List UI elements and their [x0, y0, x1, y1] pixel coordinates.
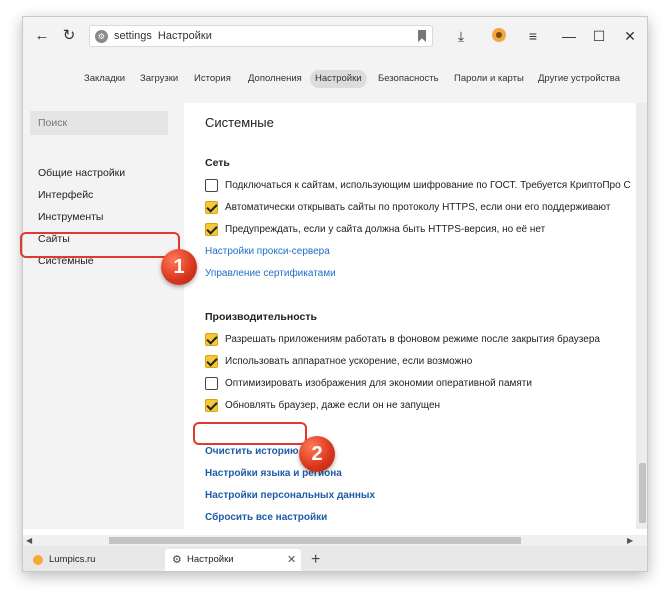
system-settings-panel: Системные Сеть Подключаться к сайтам, ис…	[184, 103, 636, 529]
hardware-accel-checkbox[interactable]	[205, 355, 218, 368]
lumpics-favicon-icon	[33, 555, 43, 565]
browser-window: ← ↻ ⚙ settings Настройки ⤓ ≡ — ☐ ✕ Заклад…	[22, 16, 648, 572]
tab-security[interactable]: Безопасность	[373, 70, 444, 88]
sidebar-item-tools[interactable]: Инструменты	[38, 211, 103, 223]
horizontal-scroll-thumb[interactable]	[109, 537, 521, 544]
annotation-step-1: 1	[161, 249, 197, 285]
annotation-step-2: 2	[299, 436, 335, 472]
reset-settings-link[interactable]: Сбросить все настройки	[205, 512, 327, 523]
close-tab-icon[interactable]: ✕	[287, 549, 296, 571]
settings-sidebar: Общие настройки Интерфейс Инструменты Са…	[23, 103, 184, 529]
certificates-link[interactable]: Управление сертификатами	[205, 268, 336, 279]
new-tab-icon[interactable]: +	[311, 549, 320, 571]
tab-settings[interactable]: Настройки	[310, 70, 367, 88]
gear-icon: ⚙	[172, 554, 182, 566]
update-browser-label: Обновлять браузер, даже если он не запущ…	[225, 400, 441, 411]
https-warn-label: Предупреждать, если у сайта должна быть …	[225, 224, 546, 235]
minimize-icon[interactable]: —	[559, 26, 579, 46]
sidebar-item-general[interactable]: Общие настройки	[38, 167, 125, 179]
download-icon[interactable]: ⤓	[451, 26, 471, 46]
browser-tab-lumpics[interactable]: Lumpics.ru	[23, 549, 163, 571]
https-auto-label: Автоматически открывать сайты по протоко…	[225, 202, 611, 213]
performance-group-title: Производительность	[205, 311, 317, 323]
tab-other-devices[interactable]: Другие устройства	[533, 70, 625, 88]
browser-tab-title: Lumpics.ru	[49, 554, 96, 565]
vertical-scroll-thumb[interactable]	[639, 463, 646, 523]
address-bar[interactable]: ⚙ settings Настройки	[89, 25, 433, 47]
update-browser-checkbox[interactable]	[205, 399, 218, 412]
back-arrow-icon[interactable]: ←	[32, 26, 52, 46]
browser-toolbar: ← ↻ ⚙ settings Настройки ⤓ ≡ — ☐ ✕	[23, 17, 647, 55]
optimize-images-checkbox[interactable]	[205, 377, 218, 390]
tab-extensions[interactable]: Дополнения	[243, 70, 307, 88]
maximize-icon[interactable]: ☐	[589, 26, 609, 46]
annotation-box-clear-history	[193, 422, 307, 445]
settings-tabs: Закладки Загрузки История Дополнения Нас…	[23, 55, 647, 103]
bookmark-icon[interactable]	[418, 30, 426, 42]
address-domain: settings	[114, 30, 152, 42]
address-text: settings Настройки	[114, 30, 212, 42]
address-page-title: Настройки	[157, 30, 212, 42]
browser-tab-title: Настройки	[187, 554, 234, 565]
background-mode-label: Разрешать приложениям работать в фоновом…	[225, 334, 600, 345]
settings-content: Системные Сеть Подключаться к сайтам, ис…	[184, 103, 636, 529]
annotation-box-system	[20, 232, 180, 258]
clear-history-link[interactable]: Очистить историю	[205, 446, 299, 457]
horizontal-scrollbar[interactable]: ◀ ▶	[23, 535, 647, 546]
menu-icon[interactable]: ≡	[523, 26, 543, 46]
extension-icon[interactable]	[492, 28, 506, 42]
proxy-settings-link[interactable]: Настройки прокси-сервера	[205, 246, 330, 257]
https-warn-checkbox[interactable]	[205, 223, 218, 236]
close-icon[interactable]: ✕	[620, 26, 640, 46]
network-group-title: Сеть	[205, 157, 230, 169]
gost-label: Подключаться к сайтам, использующим шифр…	[225, 180, 631, 191]
gost-checkbox[interactable]	[205, 179, 218, 192]
https-auto-checkbox[interactable]	[205, 201, 218, 214]
sidebar-item-interface[interactable]: Интерфейс	[38, 189, 93, 201]
reload-icon[interactable]: ↻	[59, 26, 79, 46]
hardware-accel-label: Использовать аппаратное ускорение, если …	[225, 356, 473, 367]
optimize-images-label: Оптимизировать изображения для экономии …	[225, 378, 532, 389]
site-info-icon[interactable]: ⚙	[95, 30, 108, 43]
browser-tab-settings[interactable]: ⚙ Настройки ✕	[165, 549, 301, 571]
tab-bookmarks[interactable]: Закладки	[79, 70, 130, 88]
personal-data-link[interactable]: Настройки персональных данных	[205, 490, 375, 501]
tab-passwords-cards[interactable]: Пароли и карты	[449, 70, 529, 88]
scroll-right-arrow-icon[interactable]: ▶	[627, 535, 633, 546]
background-mode-checkbox[interactable]	[205, 333, 218, 346]
vertical-scrollbar[interactable]	[636, 103, 647, 529]
tab-downloads[interactable]: Загрузки	[135, 70, 183, 88]
settings-search-input[interactable]	[30, 111, 168, 135]
browser-tab-strip: Lumpics.ru ⚙ Настройки ✕ +	[23, 546, 647, 571]
section-title: Системные	[205, 115, 274, 130]
scroll-left-arrow-icon[interactable]: ◀	[26, 535, 32, 546]
tab-history[interactable]: История	[189, 70, 236, 88]
